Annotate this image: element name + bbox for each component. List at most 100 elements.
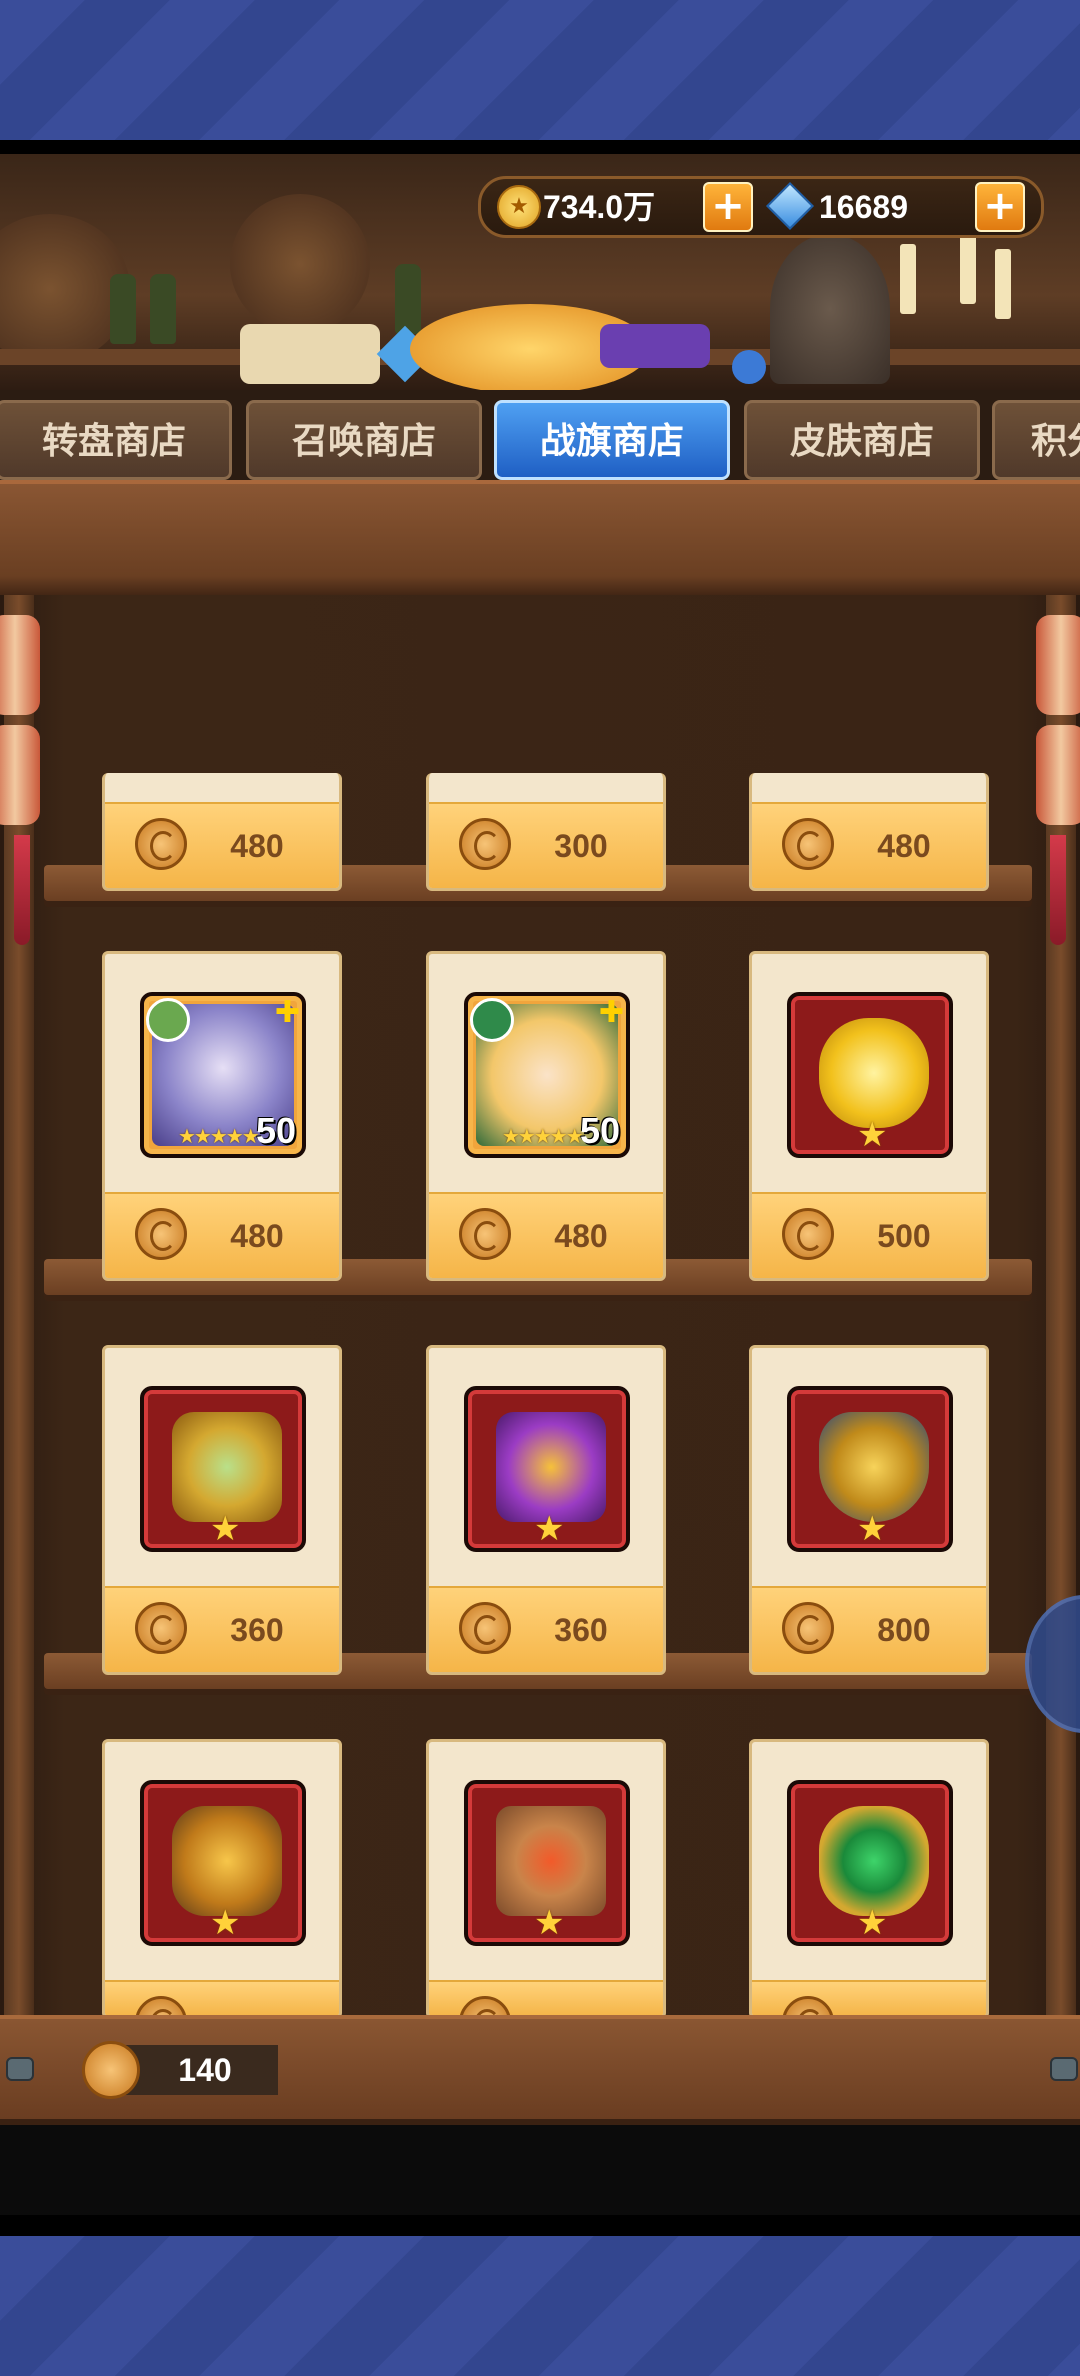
price-band: 800 [752,1586,986,1672]
currency-bar: ★ 734.0万 + 16689 + [478,176,1044,238]
candle-icon [960,234,976,304]
shop-item-card[interactable]: ★ 360 [102,1345,342,1675]
banner-coin-icon [82,2041,140,2099]
item-price: 300 [554,828,608,864]
golden-amulet-icon [172,1412,282,1522]
fire-tome-icon [496,1806,606,1916]
shop-item-card[interactable]: ✚ ★★★★★ 50 480 [426,951,666,1281]
tab-points-shop[interactable]: 积分 [992,400,1080,480]
barrel-icon [230,194,370,334]
item-price: 480 [877,828,931,864]
side-float-button[interactable] [1025,1595,1080,1733]
star-icon: ★ [857,1903,888,1943]
tab-banner-shop[interactable]: 战旗商店 [494,400,730,480]
spacer [0,2125,1080,2215]
diamond-icon [765,181,815,231]
star-icon: ★ [210,1509,241,1549]
shop-item-card[interactable]: ★ 500 [749,951,989,1281]
shop-item-card[interactable]: ★ 360 [426,1345,666,1675]
shop-screen: ★ 734.0万 + 16689 + 转盘商店 召唤商店 战旗商店 皮肤商店 积… [0,140,1080,2236]
bolt-icon [6,2057,34,2081]
lion-shield-icon [819,1412,929,1522]
tab-wheel-shop[interactable]: 转盘商店 [0,400,232,480]
shop-item-card[interactable]: ★ 800 [749,1345,989,1675]
candle-icon [900,244,916,314]
hero-portrait-frame: ✚ ★★★★★ 50 [140,992,306,1158]
lantern-icon [1036,615,1080,715]
lantern-icon [0,615,40,715]
star-icon: ★ [210,1903,241,1943]
add-diamond-button[interactable]: + [975,182,1025,232]
purple-scroll-icon [600,324,710,368]
diamond-amount: 16689 [819,189,908,225]
add-gold-button[interactable]: + [703,182,753,232]
banner-coin-icon [135,818,187,870]
shop-item-card[interactable]: ★ [426,1739,666,2019]
dwarf-statue-icon [770,234,890,384]
shop-shelf: 480 300 480 ✚ ★★★★★ 50 480 ✚ ★★★★★ 50 48… [0,595,1080,2019]
shop-header-scene: ★ 734.0万 + 16689 + [0,154,1080,394]
hero-level: 50 [579,1110,620,1151]
item-price: 360 [554,1612,608,1648]
faction-icon [470,998,514,1042]
price-band [105,1980,339,2016]
item-frame: ★ [140,1386,306,1552]
bottle-icon [110,274,136,344]
tassel-icon [1050,835,1066,945]
price-band: 300 [429,802,663,888]
background-pattern-bottom [0,2236,1080,2376]
item-frame: ★ [787,992,953,1158]
item-frame: ★ [464,1386,630,1552]
banner-coin-icon [135,1602,187,1654]
gold-amount: 734.0万 [543,189,656,225]
shop-item-card[interactable]: ★ [102,1739,342,2019]
shop-tabs: 转盘商店 召唤商店 战旗商店 皮肤商店 积分 [0,390,1080,480]
item-price: 480 [230,1218,284,1254]
emerald-ring-icon [819,1806,929,1916]
tab-skin-shop[interactable]: 皮肤商店 [744,400,980,480]
lantern-icon [1036,725,1080,825]
price-band: 360 [429,1586,663,1672]
item-price: 480 [230,828,284,864]
item-price: 360 [230,1612,284,1648]
price-band: 480 [105,802,339,888]
token-bar: 140 [0,2015,1080,2125]
star-icon: ★ [857,1115,888,1155]
star-icon: ★ [857,1509,888,1549]
star-rating: ★★★★★ [178,1124,260,1148]
shop-item-card[interactable]: 480 [749,773,989,891]
banner-coin-icon [459,1208,511,1260]
price-band: 480 [105,1192,339,1278]
item-frame: ★ [464,1780,630,1946]
tab-summon-shop[interactable]: 召唤商店 [246,400,482,480]
shop-item-card[interactable]: 480 [102,773,342,891]
item-frame: ★ [140,1780,306,1946]
gold-coin-icon: ★ [497,185,541,229]
item-frame: ★ [787,1386,953,1552]
shop-item-card[interactable]: 300 [426,773,666,891]
bolt-icon [1050,2057,1078,2081]
puzzle-piece-icon: ✚ [598,995,624,1030]
banner-coin-icon [135,1208,187,1260]
hero-level: 50 [255,1110,296,1151]
shop-item-card[interactable]: ★ [749,1739,989,2019]
golden-gauntlet-icon [172,1806,282,1916]
item-price: 500 [877,1218,931,1254]
banner-coin-icon [782,1602,834,1654]
bottle-icon [395,264,421,334]
shop-item-card[interactable]: ✚ ★★★★★ 50 480 [102,951,342,1281]
price-band: 480 [752,802,986,888]
wood-header-bar [0,480,1080,599]
banner-coin-icon [459,818,511,870]
item-price: 480 [554,1218,608,1254]
price-band [429,1980,663,2016]
star-icon: ★ [534,1903,565,1943]
background-pattern-top [0,0,1080,140]
banner-coin-icon [459,1602,511,1654]
owned-tokens: 140 [178,2052,232,2088]
puzzle-piece-icon: ✚ [274,995,300,1030]
tassel-icon [14,835,30,945]
golden-piggy-bank-icon [819,1018,929,1128]
price-band: 500 [752,1192,986,1278]
item-price: 800 [877,1612,931,1648]
